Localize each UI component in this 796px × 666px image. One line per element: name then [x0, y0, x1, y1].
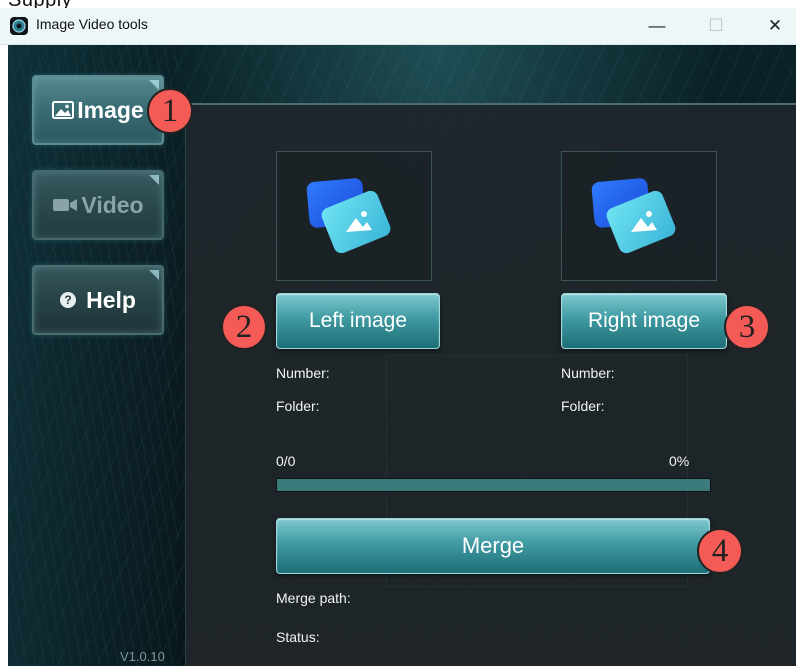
- callout-badge-2: 2: [221, 304, 267, 350]
- callout-badge-1: 1: [147, 88, 193, 134]
- left-image-preview: [276, 151, 432, 281]
- app-icon: [10, 17, 28, 35]
- progress-count: 0/0: [276, 453, 296, 469]
- top-crop-strip: Supply: [0, 0, 796, 11]
- nav-image-button[interactable]: Image: [32, 75, 164, 145]
- right-image-button[interactable]: Right image: [561, 293, 727, 349]
- maximize-button[interactable]: ☐: [693, 8, 739, 44]
- nav-help-label: Help: [86, 286, 136, 313]
- window-titlebar: Image Video tools — ☐ ✕: [0, 8, 796, 45]
- left-number-label: Number:: [276, 365, 330, 381]
- progress-percent: 0%: [669, 453, 690, 469]
- callout-badge-3: 3: [724, 304, 770, 350]
- nav-help-button[interactable]: ? Help: [32, 265, 164, 335]
- merge-path-label: Merge path:: [276, 590, 351, 606]
- merge-button[interactable]: Merge: [276, 518, 710, 574]
- progress-bar: [276, 478, 711, 492]
- left-folder-label: Folder:: [276, 398, 320, 414]
- nav-image-label: Image: [77, 96, 144, 123]
- minimize-button[interactable]: —: [634, 8, 680, 44]
- app-window: Image Video ? Help V1.0.10 Left image Ri…: [8, 45, 796, 666]
- video-camera-icon: [52, 197, 78, 213]
- version-label: V1.0.10: [120, 649, 165, 664]
- left-image-button[interactable]: Left image: [276, 293, 440, 349]
- right-folder-label: Folder:: [561, 398, 605, 414]
- callout-badge-4: 4: [697, 528, 743, 574]
- right-image-preview: [561, 151, 717, 281]
- question-circle-icon: ?: [60, 292, 77, 308]
- nav-video-label: Video: [81, 191, 144, 218]
- image-placeholder-icon: [306, 178, 391, 254]
- nav-video-button[interactable]: Video: [32, 170, 164, 240]
- right-number-label: Number:: [561, 365, 615, 381]
- close-button[interactable]: ✕: [752, 8, 796, 44]
- window-title: Image Video tools: [36, 16, 148, 32]
- image-placeholder-icon: [591, 178, 676, 254]
- status-label: Status:: [276, 629, 320, 645]
- image-icon: [52, 101, 75, 119]
